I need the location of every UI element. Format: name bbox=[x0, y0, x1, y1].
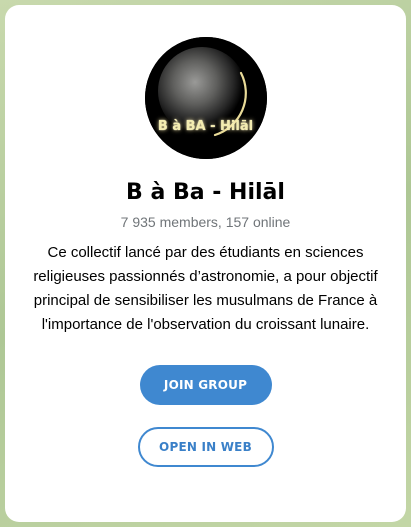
join-group-button[interactable]: JOIN GROUP bbox=[139, 365, 272, 405]
open-in-web-button[interactable]: OPEN IN WEB bbox=[137, 427, 274, 467]
channel-stats: 7 935 members, 157 online bbox=[120, 214, 291, 230]
channel-description: Ce collectif lancé par des étudiants en … bbox=[33, 244, 378, 333]
moon-icon bbox=[144, 37, 267, 159]
channel-avatar: B à BA - Hilāl bbox=[144, 37, 267, 159]
avatar-caption: B à BA - Hilāl bbox=[157, 119, 254, 134]
channel-title: B à Ba - Hilāl bbox=[126, 180, 285, 205]
channel-card: B à BA - Hilāl B à Ba - Hilāl 7 935 memb… bbox=[5, 5, 406, 522]
